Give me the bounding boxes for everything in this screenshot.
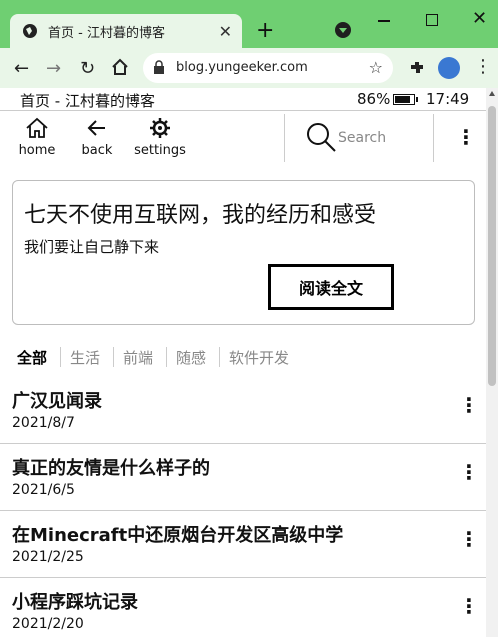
- battery-icon: [393, 94, 418, 105]
- gear-icon: [150, 118, 170, 138]
- search-input[interactable]: Search: [338, 130, 386, 146]
- menu-icon[interactable]: ⋮: [474, 56, 492, 77]
- more-options-icon[interactable]: ⋮: [459, 527, 479, 551]
- browser-toolbar: ← → ↻ blog.yungeeker.com ☆ ⋮: [0, 48, 498, 88]
- web-page: 首页 - 江村暮的博客 86% 17:49 home back settings…: [0, 88, 486, 637]
- post-item[interactable]: 小程序踩坑记录 2021/2/20 ⋮: [0, 578, 486, 637]
- home-icon: [26, 117, 48, 138]
- close-icon[interactable]: ✕: [219, 22, 232, 41]
- home-button[interactable]: home: [16, 117, 58, 158]
- tab-title: 首页 - 江村暮的博客: [48, 25, 165, 41]
- post-title[interactable]: 真正的友情是什么样子的: [12, 454, 210, 480]
- url-text: blog.yungeeker.com: [176, 60, 308, 75]
- more-options-icon[interactable]: ⋮: [456, 125, 476, 149]
- back-icon[interactable]: ←: [14, 58, 29, 79]
- star-icon[interactable]: ☆: [369, 58, 383, 77]
- divider: [113, 347, 114, 367]
- status-time: 17:49: [426, 90, 470, 108]
- post-title[interactable]: 小程序踩坑记录: [12, 588, 138, 614]
- app-bar: home back settings Search ⋮: [0, 111, 486, 165]
- tab-software-dev[interactable]: 软件开发: [229, 347, 289, 368]
- window-close-icon[interactable]: ✕: [472, 8, 487, 29]
- divider: [433, 114, 434, 162]
- minimize-icon[interactable]: [378, 20, 390, 22]
- tab-frontend[interactable]: 前端: [123, 347, 153, 368]
- featured-post-card: 七天不使用互联网，我的经历和感受 我们要让自己静下来 阅读全文: [12, 180, 475, 325]
- lock-icon: [154, 60, 164, 74]
- scrollbar[interactable]: [486, 88, 498, 637]
- post-title[interactable]: 广汉见闻录: [12, 387, 102, 413]
- home-icon[interactable]: [111, 58, 129, 76]
- post-date: 2021/6/5: [12, 482, 75, 498]
- featured-subtitle: 我们要让自己静下来: [24, 238, 160, 256]
- tab-life[interactable]: 生活: [70, 347, 100, 368]
- search-icon[interactable]: [305, 121, 337, 153]
- browser-tab[interactable]: 首页 - 江村暮的博客 ✕: [10, 14, 242, 48]
- post-date: 2021/2/25: [12, 549, 84, 565]
- arrow-left-icon: [87, 120, 105, 136]
- address-bar[interactable]: blog.yungeeker.com ☆: [143, 53, 393, 83]
- read-full-button[interactable]: 阅读全文: [268, 264, 394, 310]
- forward-icon[interactable]: →: [46, 58, 61, 79]
- battery-percent: 86%: [357, 90, 391, 108]
- reload-icon[interactable]: ↻: [80, 58, 95, 79]
- scrollbar-thumb[interactable]: [488, 106, 496, 386]
- profile-icon[interactable]: [438, 57, 460, 79]
- post-item[interactable]: 真正的友情是什么样子的 2021/6/5 ⋮: [0, 444, 486, 511]
- maximize-icon[interactable]: [426, 14, 438, 26]
- new-tab-button[interactable]: +: [256, 18, 274, 43]
- home-label: home: [18, 143, 56, 158]
- post-item[interactable]: 在Minecraft中还原烟台开发区高级中学 2021/2/25 ⋮: [0, 511, 486, 578]
- featured-title: 七天不使用互联网，我的经历和感受: [24, 203, 377, 228]
- more-options-icon[interactable]: ⋮: [459, 460, 479, 484]
- divider: [60, 347, 61, 367]
- category-tabs: 全部 生活 前端 随感 软件开发: [0, 345, 486, 369]
- post-title[interactable]: 在Minecraft中还原烟台开发区高级中学: [12, 521, 343, 547]
- tab-search-icon[interactable]: [335, 22, 351, 38]
- settings-button[interactable]: settings: [108, 117, 212, 158]
- settings-label: settings: [134, 143, 186, 158]
- extensions-icon[interactable]: [408, 59, 426, 77]
- status-bar: 首页 - 江村暮的博客 86% 17:49: [0, 88, 486, 110]
- divider: [166, 347, 167, 367]
- more-options-icon[interactable]: ⋮: [459, 393, 479, 417]
- globe-icon: [23, 24, 37, 38]
- divider: [219, 347, 220, 367]
- scroll-up-icon[interactable]: [489, 91, 495, 96]
- tab-all[interactable]: 全部: [17, 347, 47, 368]
- browser-frame: 首页 - 江村暮的博客 ✕ + ✕ ← → ↻ blog.yungeeker.c…: [0, 0, 498, 88]
- post-date: 2021/8/7: [12, 415, 75, 431]
- post-item[interactable]: 广汉见闻录 2021/8/7 ⋮: [0, 377, 486, 444]
- divider: [284, 114, 285, 162]
- post-date: 2021/2/20: [12, 616, 84, 632]
- tab-essays[interactable]: 随感: [176, 347, 206, 368]
- more-options-icon[interactable]: ⋮: [459, 594, 479, 618]
- status-page-title: 首页 - 江村暮的博客: [20, 92, 155, 110]
